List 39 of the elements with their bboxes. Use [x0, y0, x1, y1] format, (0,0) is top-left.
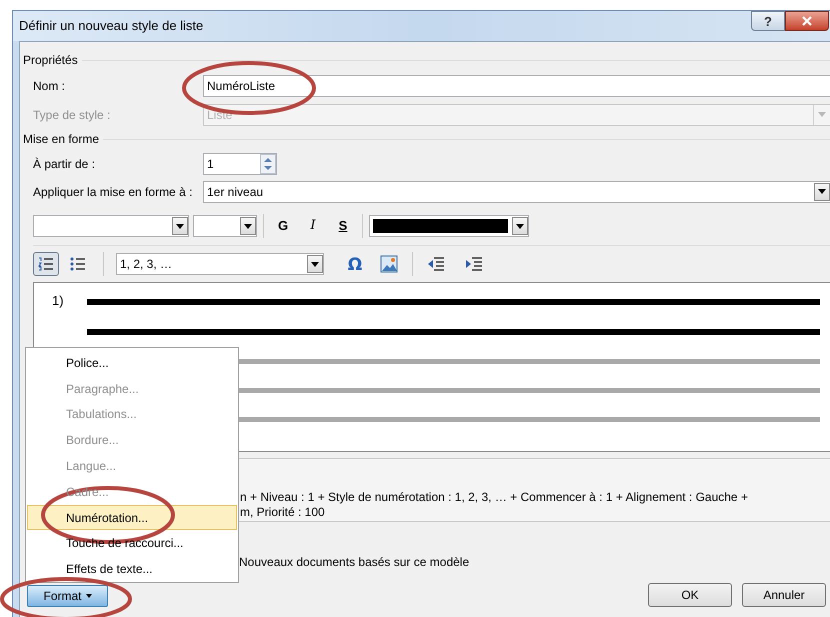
description-text: m, Priorité : 100 [240, 505, 326, 520]
numbered-list-icon [38, 257, 54, 271]
dialog-button[interactable]: OK [648, 583, 732, 607]
window-title: Définir un nouveau style de liste [19, 17, 204, 36]
field-label: Type de style : [33, 106, 112, 124]
close-button[interactable] [785, 11, 829, 31]
group-heading: Mise en forme [23, 131, 100, 148]
group-heading: Propriétés [23, 52, 78, 69]
dialog-button[interactable]: Annuler [742, 583, 826, 607]
menu-item[interactable]: Numérotation... [27, 504, 237, 530]
field-label: Appliquer la mise en forme à : [33, 184, 194, 200]
format-button[interactable]: I [300, 215, 326, 237]
input-field[interactable]: NuméroListe [203, 74, 830, 96]
font-size-field[interactable] [193, 215, 257, 237]
increase-indent-icon[interactable] [465, 256, 483, 272]
field-label: Nom : [33, 78, 66, 94]
format-button[interactable]: G [270, 215, 296, 237]
symbol-button[interactable]: Ω [342, 253, 368, 275]
number-style-field[interactable]: 1, 2, 3, … [116, 253, 324, 275]
numbered-list-button[interactable] [33, 252, 59, 276]
menu-item[interactable]: Effets de texte... [27, 556, 237, 582]
radio-label: Nouveaux documents basés sur ce modèle [239, 555, 470, 569]
menu-item[interactable]: Police... [27, 350, 237, 376]
list-number: 1) [52, 292, 64, 310]
help-button[interactable]: ? [751, 11, 785, 31]
bulleted-list-icon [70, 257, 86, 271]
font-name-field[interactable] [33, 215, 189, 237]
format-button[interactable]: Format [27, 585, 108, 607]
spinner-arrows-icon[interactable] [260, 154, 276, 174]
picture-icon[interactable] [380, 255, 398, 273]
spin-field[interactable]: 1 [203, 152, 277, 174]
font-color-field[interactable] [369, 215, 529, 237]
caret-icon [86, 594, 92, 598]
field-label: À partir de : [33, 156, 96, 172]
decrease-indent-icon[interactable] [427, 256, 445, 272]
dropdown-field[interactable]: 1er niveau [203, 180, 830, 202]
format-button[interactable]: S [330, 215, 356, 237]
close-icon[interactable] [802, 16, 812, 26]
description-text: n + Niveau : 1 + Style de numérotation : 1, 2, 3, … + Commencer à : 1 + Alignement : Gauche + [240, 490, 749, 505]
